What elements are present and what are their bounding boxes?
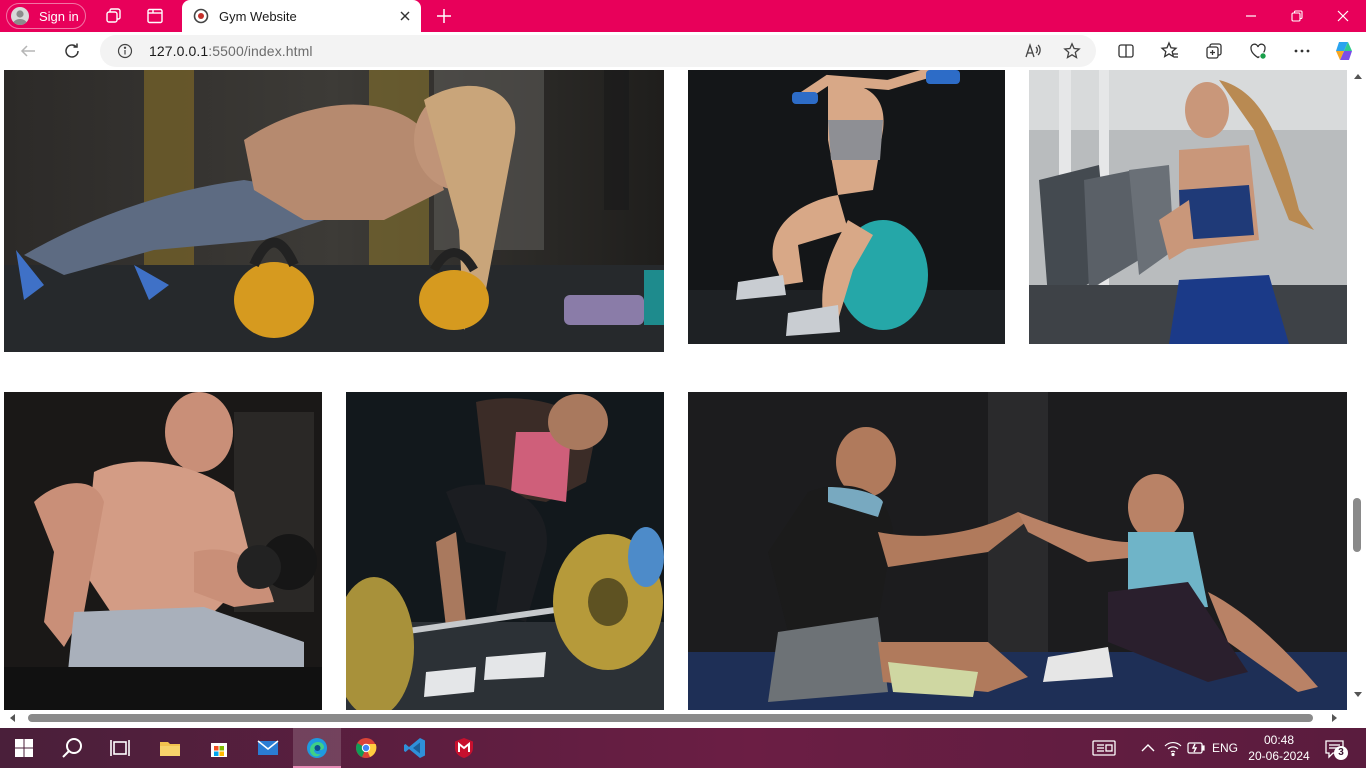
- tab-gym-website[interactable]: Gym Website: [182, 0, 421, 32]
- scroll-right-arrow-icon[interactable]: [1332, 714, 1337, 722]
- mcafee-button[interactable]: [440, 728, 488, 768]
- url-text[interactable]: 127.0.0.1:5500/index.html: [149, 43, 313, 59]
- url-path: :5500/index.html: [208, 43, 313, 59]
- site-favicon-icon: [193, 8, 209, 24]
- start-button[interactable]: [0, 728, 48, 768]
- restore-window-icon[interactable]: [1287, 6, 1307, 26]
- vertical-scroll-thumb[interactable]: [1353, 498, 1361, 552]
- minimize-window-icon[interactable]: [1241, 6, 1261, 26]
- more-options-icon[interactable]: [1292, 41, 1312, 61]
- search-icon: [62, 738, 82, 758]
- scroll-down-arrow-icon[interactable]: [1354, 692, 1362, 697]
- gym-gallery: [0, 70, 1350, 710]
- fitball-dumbbell-photo: [688, 70, 1005, 344]
- search-button[interactable]: [48, 728, 96, 768]
- news-widget-icon[interactable]: [1092, 738, 1116, 758]
- windows-taskbar: ENG 00:48 20-06-2024 3: [0, 728, 1366, 768]
- edge-browser-button[interactable]: [293, 728, 341, 768]
- horizontal-scrollbar[interactable]: [0, 710, 1350, 726]
- notification-center-button[interactable]: 3: [1324, 738, 1348, 760]
- clock-date: 20-06-2024: [1248, 749, 1310, 763]
- browser-essentials-icon[interactable]: [1248, 41, 1268, 61]
- microsoft-store-button[interactable]: [195, 728, 243, 768]
- clock-time: 00:48: [1263, 733, 1295, 747]
- close-tab-icon[interactable]: [398, 9, 412, 23]
- back-arrow-icon[interactable]: [18, 41, 38, 61]
- collections-icon[interactable]: [1204, 41, 1224, 61]
- show-hidden-icons-chevron-icon[interactable]: [1138, 738, 1158, 758]
- edge-icon: [307, 738, 327, 758]
- profile-avatar-icon: [11, 7, 29, 25]
- site-info-icon[interactable]: [117, 43, 133, 59]
- sign-in-label: Sign in: [39, 9, 79, 24]
- url-host: 127.0.0.1: [149, 43, 209, 59]
- task-view-icon: [110, 740, 130, 756]
- taskbar-clock[interactable]: 00:48 20-06-2024: [1244, 732, 1314, 764]
- deadlift-barbell-photo: [346, 392, 664, 710]
- browser-tab-bar: Sign in Gym Website: [0, 0, 1366, 32]
- battery-charging-icon[interactable]: [1186, 738, 1206, 758]
- treadmill-runner-photo: [1029, 70, 1347, 344]
- add-favorite-star-icon[interactable]: [1063, 42, 1081, 60]
- close-window-icon[interactable]: [1333, 6, 1353, 26]
- input-language-indicator[interactable]: ENG: [1212, 741, 1238, 755]
- mail-icon: [257, 740, 279, 755]
- scroll-up-arrow-icon[interactable]: [1354, 74, 1362, 79]
- profile-sign-in-button[interactable]: Sign in: [6, 3, 86, 29]
- mail-button[interactable]: [244, 728, 292, 768]
- scroll-left-arrow-icon[interactable]: [10, 714, 15, 722]
- mcafee-shield-icon: [455, 738, 473, 758]
- address-bar[interactable]: 127.0.0.1:5500/index.html: [100, 35, 1096, 67]
- favorites-icon[interactable]: [1160, 41, 1180, 61]
- copilot-icon[interactable]: [1332, 39, 1356, 63]
- refresh-icon[interactable]: [62, 41, 82, 61]
- horizontal-scroll-thumb[interactable]: [28, 714, 1313, 722]
- browser-toolbar: 127.0.0.1:5500/index.html: [0, 32, 1366, 70]
- windows-logo-icon: [15, 739, 33, 757]
- vs-code-button[interactable]: [391, 728, 439, 768]
- read-aloud-icon[interactable]: [1024, 42, 1042, 60]
- new-tab-icon[interactable]: [434, 6, 454, 26]
- workspaces-icon[interactable]: [103, 6, 123, 26]
- bodybuilder-curl-photo: [4, 392, 322, 710]
- task-view-button[interactable]: [96, 728, 144, 768]
- folder-icon: [160, 742, 180, 756]
- tab-actions-icon[interactable]: [145, 6, 165, 26]
- chrome-icon: [356, 738, 377, 758]
- chrome-button[interactable]: [342, 728, 390, 768]
- split-screen-icon[interactable]: [1116, 41, 1136, 61]
- vscode-icon: [404, 738, 425, 758]
- high-five-partners-photo: [688, 392, 1347, 710]
- notification-count-badge: 3: [1334, 746, 1348, 760]
- pushup-kettlebell-photo: [4, 70, 664, 352]
- vertical-scrollbar[interactable]: [1350, 70, 1366, 710]
- store-icon: [211, 743, 227, 757]
- wifi-icon[interactable]: [1163, 738, 1183, 758]
- file-explorer-button[interactable]: [146, 728, 194, 768]
- tab-title: Gym Website: [219, 9, 297, 24]
